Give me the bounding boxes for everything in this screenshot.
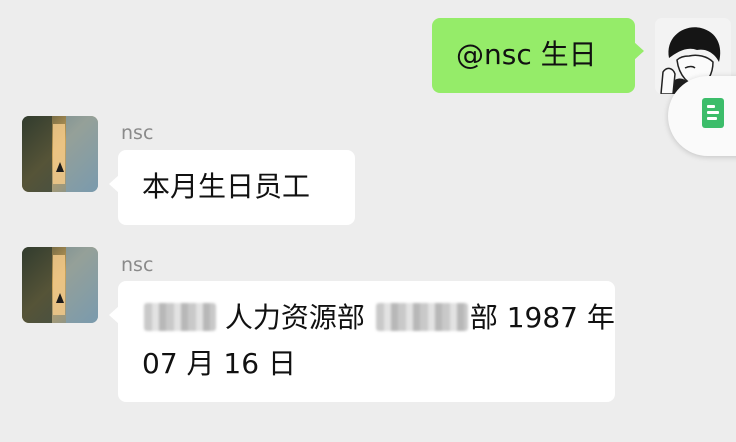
document-icon (702, 98, 724, 128)
outgoing-message-bubble[interactable]: @nsc 生日 (432, 18, 644, 93)
redacted-text (375, 303, 468, 331)
chat-area[interactable]: @nsc 生日 nsc 本月生日员工 nsc 人力资源部 部 1987 年 07… (0, 0, 736, 442)
sender-name: nsc (121, 254, 154, 276)
incoming-message-bubble[interactable]: 本月生日员工 (109, 150, 355, 225)
message-text: @nsc 生日 (456, 38, 597, 71)
incoming-message-bubble[interactable]: 人力资源部 部 1987 年 07 月 16 日 (109, 281, 615, 402)
message-text-part: 部 1987 年 (469, 301, 615, 334)
message-line: 07 月 16 日 (142, 347, 296, 380)
redacted-text (144, 303, 216, 331)
nsc-avatar[interactable] (22, 247, 98, 323)
sender-name: nsc (121, 122, 154, 144)
nsc-avatar[interactable] (22, 116, 98, 192)
message-line: 人力资源部 部 1987 年 (142, 295, 615, 341)
message-text-part: 人力资源部 (224, 301, 365, 334)
message-text: 本月生日员工 (142, 170, 311, 203)
floating-doc-button[interactable] (668, 76, 736, 156)
